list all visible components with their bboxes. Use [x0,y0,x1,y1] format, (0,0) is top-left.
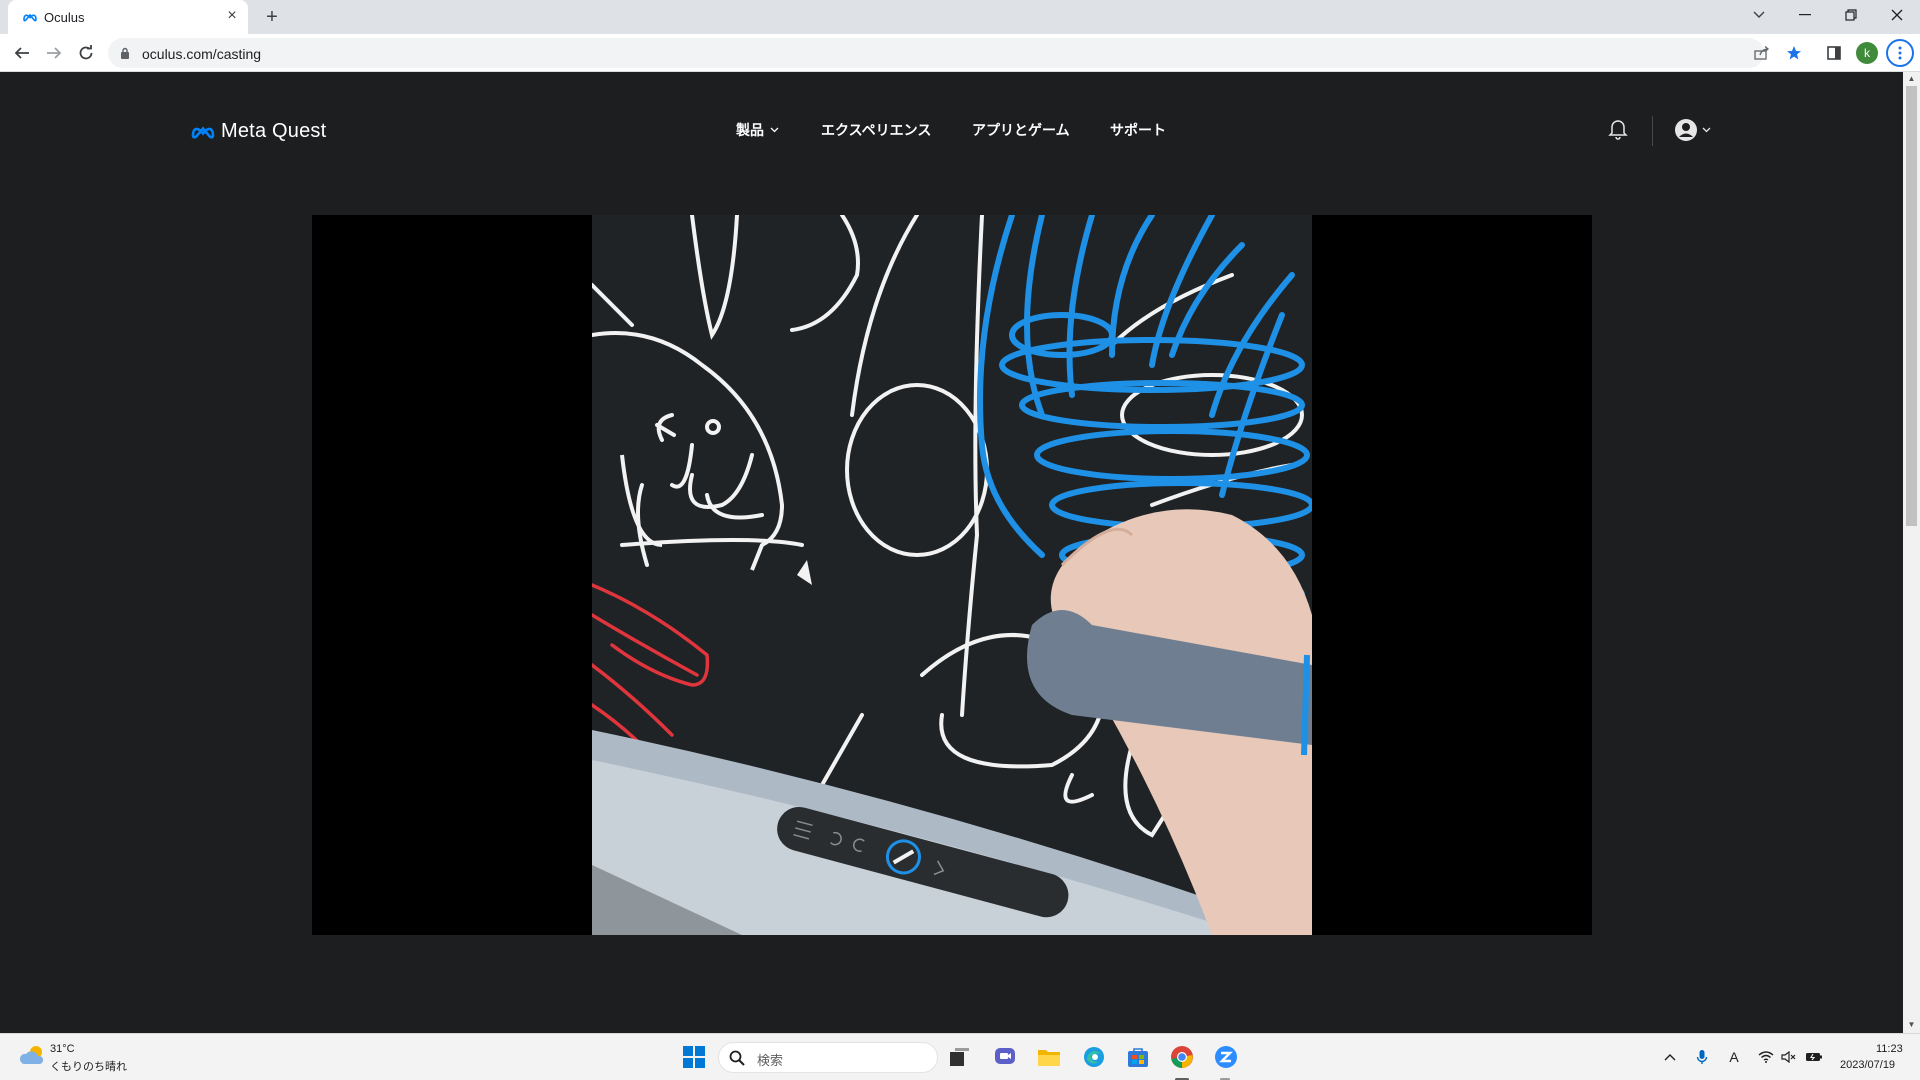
restore-button[interactable] [1828,0,1874,30]
windows-taskbar: 31°C くもりのち晴れ 検索 A 11:23 2023/07/19 [0,1033,1920,1080]
forward-button[interactable] [40,39,68,67]
browser-toolbar: oculus.com/casting k [0,34,1920,72]
back-button[interactable] [8,39,36,67]
file-explorer-icon[interactable] [1036,1044,1062,1070]
edge-browser-icon[interactable] [1081,1044,1107,1070]
weather-temperature: 31°C [50,1043,75,1055]
scroll-up-arrow-icon[interactable]: ▲ [1907,74,1916,83]
bell-icon[interactable] [1608,118,1628,140]
weather-description: くもりのち晴れ [50,1061,127,1073]
tab-search-icon[interactable] [1736,0,1782,30]
scrollbar-thumb[interactable] [1906,86,1917,526]
user-menu[interactable] [1674,118,1711,142]
reload-button[interactable] [72,39,100,67]
nav-support[interactable]: サポート [1110,120,1166,140]
page-scrollbar[interactable]: ▲ ▼ [1903,72,1920,1033]
tab-strip: Oculus × + [0,0,1920,34]
meta-quest-logo[interactable]: Meta Quest [190,120,326,143]
nav-products[interactable]: 製品 [736,120,779,140]
nav-label: 製品 [736,122,764,138]
page-content: Meta Quest 製品 エクスペリエンス アプリとゲーム サポート [0,72,1903,1033]
meta-favicon-icon [23,13,37,22]
vr-drawing-stream-image [592,215,1312,935]
address-bar[interactable]: oculus.com/casting [108,38,1764,68]
header-divider [1652,116,1653,146]
minimize-button[interactable] [1782,0,1828,30]
clock-date[interactable]: 2023/07/19 [1840,1059,1895,1071]
task-view-icon[interactable] [947,1044,973,1070]
search-icon [729,1050,745,1066]
search-placeholder: 検索 [757,1053,784,1068]
zoom-icon[interactable] [1213,1044,1239,1070]
browser-menu-icon[interactable] [1886,39,1914,67]
lock-icon [121,47,129,59]
casting-player[interactable] [312,215,1592,935]
tray-overflow-chevron-icon[interactable] [1660,1048,1680,1066]
share-icon[interactable] [1748,39,1776,67]
bookmark-star-icon[interactable] [1780,39,1808,67]
clock-time[interactable]: 11:23 [1876,1043,1903,1055]
wifi-icon[interactable] [1756,1048,1776,1066]
tab-close-icon[interactable]: × [222,6,242,26]
microsoft-store-icon[interactable] [1125,1044,1151,1070]
side-panel-icon[interactable] [1820,39,1848,67]
microphone-icon[interactable] [1692,1048,1712,1066]
close-window-button[interactable] [1874,0,1920,30]
teams-chat-icon[interactable] [992,1044,1018,1070]
url-text: oculus.com/casting [142,46,262,62]
speaker-muted-icon[interactable] [1779,1048,1799,1066]
windows-start-icon[interactable] [681,1044,707,1070]
nav-apps-and-games[interactable]: アプリとゲーム [972,120,1070,140]
scroll-down-arrow-icon[interactable]: ▼ [1907,1020,1916,1029]
taskbar-search-input[interactable]: 検索 [718,1042,938,1073]
new-tab-button[interactable]: + [260,5,284,29]
chevron-down-icon [770,127,779,133]
nav-experiences[interactable]: エクスペリエンス [821,120,931,140]
weather-cloudy-sun-icon[interactable] [18,1044,46,1068]
profile-avatar[interactable]: k [1856,42,1878,64]
tab-title: Oculus [44,10,85,25]
battery-charging-icon[interactable] [1804,1048,1824,1066]
ime-indicator[interactable]: A [1724,1048,1744,1066]
browser-tab[interactable]: Oculus × [8,0,248,34]
brand-name: Meta Quest [221,120,327,142]
meta-logo-icon [191,125,215,139]
user-avatar-icon [1675,119,1697,141]
chevron-down-icon [1702,127,1711,133]
chrome-icon[interactable] [1169,1044,1195,1070]
casting-stream-view [592,215,1312,935]
